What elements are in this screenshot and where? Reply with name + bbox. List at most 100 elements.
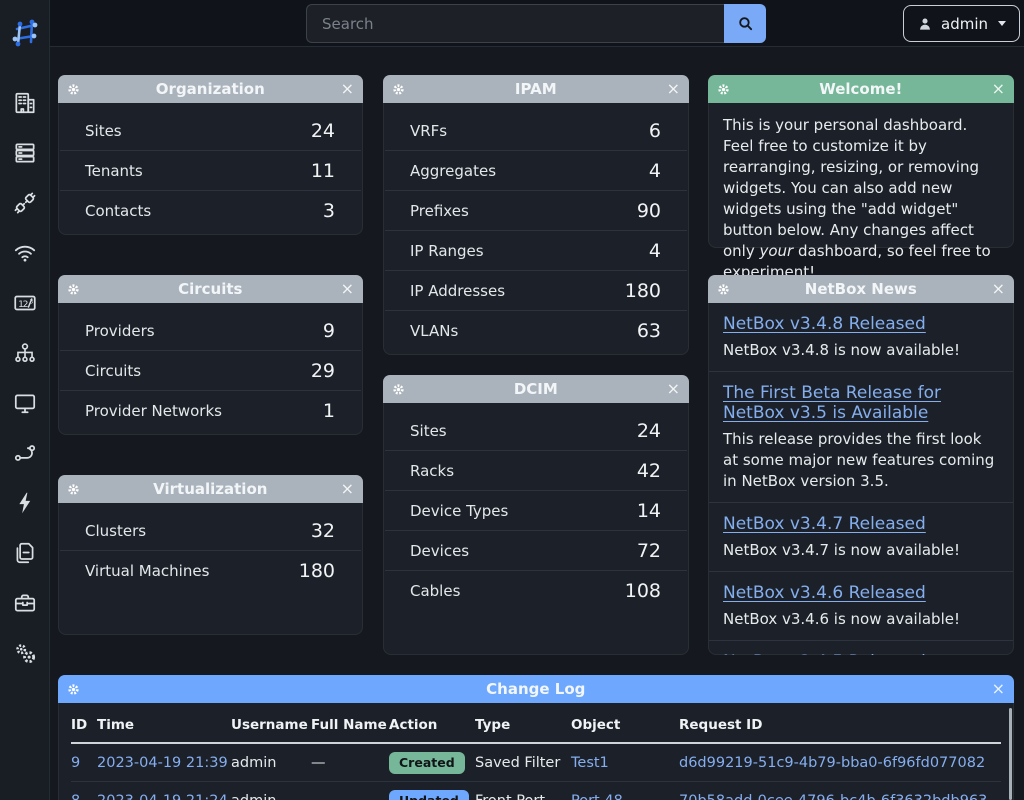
- widget-dcim: DCIM × Sites 24 Racks 42 Device Types 14…: [383, 375, 689, 655]
- organization-building-icon[interactable]: [12, 90, 38, 116]
- widget-title: DCIM: [413, 380, 659, 398]
- stat-row-ip-addresses[interactable]: IP Addresses 180: [385, 271, 687, 311]
- wireless-wifi-icon[interactable]: [12, 240, 38, 266]
- stat-label: IP Ranges: [410, 242, 484, 260]
- connections-plug-icon[interactable]: [12, 190, 38, 216]
- changelog-time-link[interactable]: 2023-04-19 21:24: [97, 793, 228, 800]
- stat-label: Circuits: [85, 362, 141, 380]
- stat-value: 32: [311, 520, 335, 542]
- cables-route-icon[interactable]: [12, 440, 38, 466]
- close-icon[interactable]: ×: [992, 681, 1005, 697]
- close-icon[interactable]: ×: [341, 481, 354, 497]
- close-icon[interactable]: ×: [992, 281, 1005, 297]
- gear-icon[interactable]: [67, 83, 80, 96]
- widget-header: Change Log ×: [58, 675, 1014, 703]
- gear-icon[interactable]: [392, 83, 405, 96]
- stat-row-virtual-machines[interactable]: Virtual Machines 180: [60, 551, 361, 591]
- search-input[interactable]: [306, 4, 724, 43]
- devices-monitor-icon[interactable]: [12, 390, 38, 416]
- news-link[interactable]: NetBox v3.4.8 Released: [723, 314, 999, 334]
- widget-header: NetBox News ×: [708, 275, 1014, 303]
- stat-row-providers[interactable]: Providers 9: [60, 311, 361, 351]
- changelog-id-link[interactable]: 8: [71, 793, 80, 800]
- stat-value: 4: [649, 240, 661, 262]
- close-icon[interactable]: ×: [992, 81, 1005, 97]
- gear-icon[interactable]: [67, 283, 80, 296]
- admin-gears-icon[interactable]: [12, 640, 38, 666]
- stat-row-aggregates[interactable]: Aggregates 4: [385, 151, 687, 191]
- stat-label: Sites: [410, 422, 447, 440]
- changelog-request-id-link[interactable]: 70b58add-0cee-4796-bc4b-6f3632bdb963: [679, 793, 987, 800]
- gear-icon[interactable]: [67, 683, 80, 696]
- close-icon[interactable]: ×: [667, 381, 680, 397]
- device-roles-servers-icon[interactable]: [12, 140, 38, 166]
- gear-icon[interactable]: [717, 283, 730, 296]
- news-link[interactable]: NetBox v3.4.5 Released: [723, 652, 999, 655]
- stat-row-prefixes[interactable]: Prefixes 90: [385, 191, 687, 231]
- changelog-time-link[interactable]: 2023-04-19 21:39: [97, 755, 228, 771]
- news-item: NetBox v3.4.8 Released NetBox v3.4.8 is …: [709, 303, 1013, 371]
- close-icon[interactable]: ×: [341, 81, 354, 97]
- provisioning-documents-icon[interactable]: [12, 540, 38, 566]
- stat-value: 42: [637, 460, 661, 482]
- ipam-counter-icon[interactable]: 1 2 3: [12, 290, 38, 316]
- toolbox-icon[interactable]: [12, 590, 38, 616]
- stat-row-cables[interactable]: Cables 108: [385, 571, 687, 611]
- stat-label: Aggregates: [410, 162, 496, 180]
- svg-text:2: 2: [22, 299, 28, 310]
- widget-title: Virtualization: [88, 480, 333, 498]
- stat-value: 72: [637, 540, 661, 562]
- gear-icon[interactable]: [67, 483, 80, 496]
- col-header-request-id: Request ID: [679, 710, 1001, 742]
- widget-body: Sites 24 Tenants 11 Contacts 3: [59, 103, 362, 231]
- stat-label: Prefixes: [410, 202, 469, 220]
- changelog-object-link[interactable]: Test1: [571, 755, 609, 771]
- tenancy-tree-icon[interactable]: [12, 340, 38, 366]
- gear-icon[interactable]: [717, 83, 730, 96]
- close-icon[interactable]: ×: [667, 81, 680, 97]
- widget-circuits: Circuits × Providers 9 Circuits 29 Provi…: [58, 275, 363, 435]
- widget-body: Providers 9 Circuits 29 Provider Network…: [59, 303, 362, 431]
- col-header-username: Username: [231, 710, 311, 742]
- stat-row-device-types[interactable]: Device Types 14: [385, 491, 687, 531]
- col-header-id: ID: [71, 710, 97, 742]
- changelog-header-row: ID Time Username Full Name Action Type O…: [71, 710, 1001, 744]
- sidebar: 1 2 3: [0, 0, 50, 800]
- widget-title: Welcome!: [738, 80, 984, 98]
- stat-value: 11: [311, 160, 335, 182]
- stat-row-ip-ranges[interactable]: IP Ranges 4: [385, 231, 687, 271]
- stat-row-sites[interactable]: Sites 24: [385, 411, 687, 451]
- stat-row-devices[interactable]: Devices 72: [385, 531, 687, 571]
- stat-row-sites[interactable]: Sites 24: [60, 111, 361, 151]
- stat-value: 24: [637, 420, 661, 442]
- stat-row-vlans[interactable]: VLANs 63: [385, 311, 687, 351]
- changelog-object-link[interactable]: Port 48: [571, 793, 623, 800]
- user-menu-button[interactable]: admin: [903, 5, 1020, 42]
- stat-row-tenants[interactable]: Tenants 11: [60, 151, 361, 191]
- stat-row-vrfs[interactable]: VRFs 6: [385, 111, 687, 151]
- col-header-type: Type: [475, 710, 571, 742]
- table-scrollbar[interactable]: [1009, 708, 1012, 800]
- news-item: NetBox v3.4.6 Released NetBox v3.4.6 is …: [709, 571, 1013, 640]
- power-bolt-icon[interactable]: [12, 490, 38, 516]
- stat-row-contacts[interactable]: Contacts 3: [60, 191, 361, 231]
- news-link[interactable]: The First Beta Release for NetBox v3.5 i…: [723, 383, 999, 423]
- close-icon[interactable]: ×: [341, 281, 354, 297]
- news-link[interactable]: NetBox v3.4.6 Released: [723, 583, 999, 603]
- stat-value: 9: [323, 320, 335, 342]
- widget-body: NetBox v3.4.8 Released NetBox v3.4.8 is …: [709, 303, 1013, 655]
- stat-row-provider-networks[interactable]: Provider Networks 1: [60, 391, 361, 431]
- widget-title: Circuits: [88, 280, 333, 298]
- stat-row-clusters[interactable]: Clusters 32: [60, 511, 361, 551]
- gear-icon[interactable]: [392, 383, 405, 396]
- stat-label: Clusters: [85, 522, 146, 540]
- stat-row-racks[interactable]: Racks 42: [385, 451, 687, 491]
- widget-title: Change Log: [88, 680, 984, 698]
- changelog-id-link[interactable]: 9: [71, 755, 80, 771]
- stat-row-circuits[interactable]: Circuits 29: [60, 351, 361, 391]
- netbox-logo-icon[interactable]: [7, 16, 43, 52]
- changelog-type: Front Port: [475, 793, 571, 800]
- news-link[interactable]: NetBox v3.4.7 Released: [723, 514, 999, 534]
- search-button[interactable]: [724, 4, 766, 43]
- changelog-request-id-link[interactable]: d6d99219-51c9-4b79-bba0-6f96fd077082: [679, 755, 985, 771]
